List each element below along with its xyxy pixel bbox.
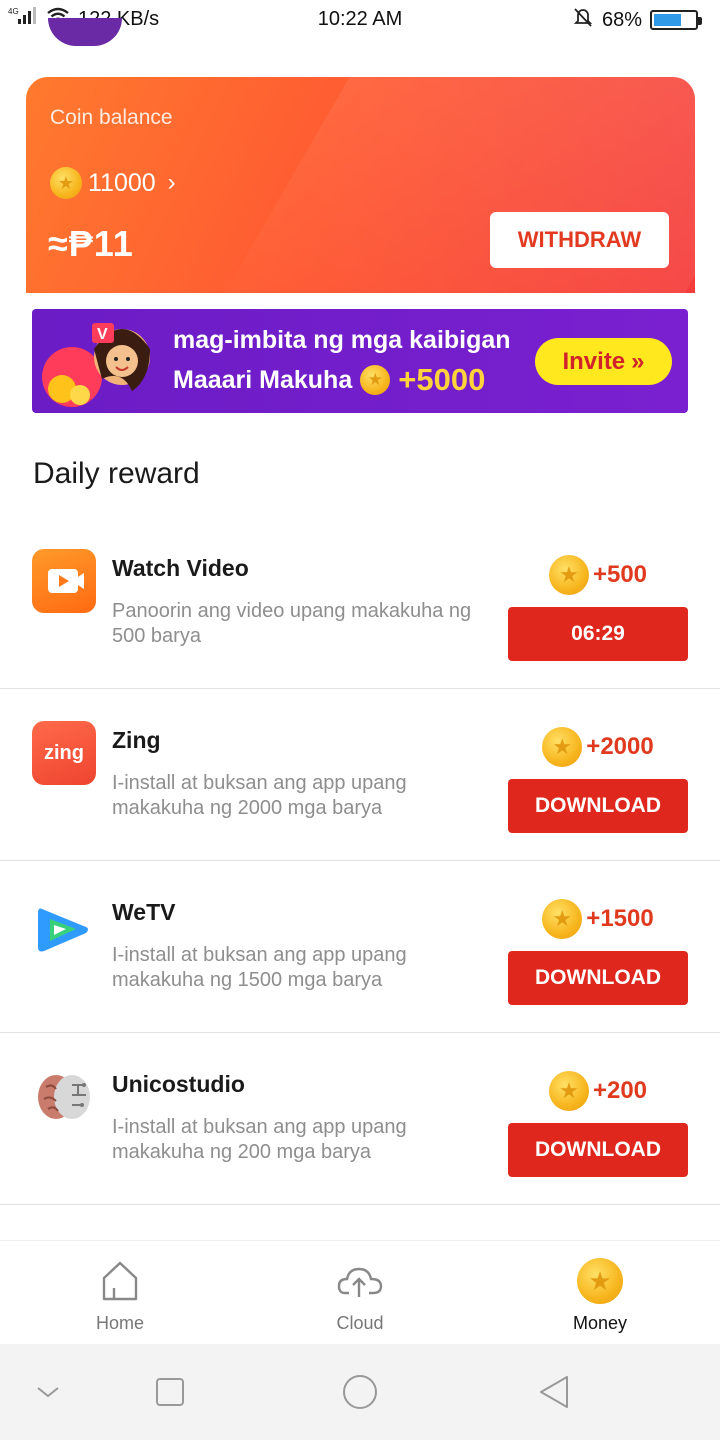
zing-app-icon: zing <box>32 721 96 785</box>
coin-icon <box>548 1071 589 1111</box>
reward-row-unicostudio: Unicostudio I-install at buksan ang app … <box>0 1033 720 1205</box>
home-icon <box>96 1257 144 1305</box>
withdraw-button[interactable]: WITHDRAW <box>490 212 669 268</box>
coin-balance-card: Coin balance 11000 › ≈₱11 WITHDRAW <box>26 77 695 317</box>
chevron-right-icon: › <box>167 169 176 196</box>
nav-cloud[interactable]: Cloud <box>240 1241 480 1345</box>
system-navigation-bar <box>0 1344 720 1440</box>
battery-percent: 68% <box>601 8 642 31</box>
video-play-icon <box>32 549 96 613</box>
reward-title: Watch Video <box>112 555 249 581</box>
coin-icon <box>542 899 583 939</box>
invite-banner[interactable]: V mag-imbita ng mga kaibigan Maaari Maku… <box>32 309 688 413</box>
nav-money-label: Money <box>572 1313 628 1333</box>
peso-equivalent: ≈₱11 <box>48 223 134 264</box>
reward-amount: +1500 <box>508 899 688 939</box>
chevron-down-icon[interactable] <box>28 1372 68 1412</box>
nav-home-label: Home <box>95 1313 144 1333</box>
download-zing-button[interactable]: DOWNLOAD <box>508 779 688 833</box>
reward-amount-text: +1500 <box>586 905 654 932</box>
invite-button[interactable]: Invite » <box>535 338 672 385</box>
reward-amount-text: +2000 <box>586 733 654 760</box>
reward-description: I-install at buksan ang app upang makaku… <box>112 1116 407 1163</box>
coin-balance-label: Coin balance <box>50 106 173 129</box>
reward-amount-text: +200 <box>592 1077 648 1104</box>
coin-icon <box>576 1257 624 1305</box>
reward-amount-text: +500 <box>592 561 648 588</box>
invite-headline: mag-imbita ng mga kaibigan <box>173 326 511 354</box>
reward-description: I-install at buksan ang app upang makaku… <box>112 944 407 991</box>
download-unicostudio-button[interactable]: DOWNLOAD <box>508 1123 688 1177</box>
home-button[interactable] <box>340 1372 380 1412</box>
coin-icon <box>50 167 82 199</box>
reward-row-wetv: WeTV I-install at buksan ang app upang m… <box>0 861 720 1033</box>
recent-apps-button[interactable] <box>150 1372 190 1412</box>
reward-amount: +2000 <box>508 727 688 767</box>
daily-reward-title: Daily reward <box>33 457 200 490</box>
reward-amount: +200 <box>508 1071 688 1111</box>
invite-subline-text: Maaari Makuha <box>173 365 353 394</box>
brain-app-icon <box>32 1067 96 1131</box>
coin-balance-value: 11000 <box>88 168 156 197</box>
reward-title: WeTV <box>112 899 176 925</box>
nav-cloud-label: Cloud <box>336 1313 384 1333</box>
coin-icon <box>542 727 583 767</box>
invite-bonus: +5000 <box>398 362 486 397</box>
cloud-upload-icon <box>336 1257 384 1305</box>
download-wetv-button[interactable]: DOWNLOAD <box>508 951 688 1005</box>
nav-money[interactable]: Money <box>480 1241 720 1345</box>
invite-illustration: V <box>42 323 150 407</box>
wetv-app-icon <box>32 897 96 961</box>
avatar[interactable] <box>48 18 122 46</box>
bottom-navigation: Home Cloud Money <box>0 1240 720 1344</box>
zing-logo-text: zing <box>44 741 84 764</box>
reward-description: Panoorin ang video upang makakuha ng 500… <box>112 600 472 647</box>
reward-amount: +500 <box>508 555 688 595</box>
nav-home[interactable]: Home <box>0 1241 240 1345</box>
reward-row-zing: zing Zing I-install at buksan ang app up… <box>0 689 720 861</box>
coin-balance-link[interactable]: 11000 › <box>50 167 176 199</box>
reward-row-watch-video: Watch Video Panoorin ang video upang mak… <box>0 517 720 689</box>
reward-title: Zing <box>112 727 161 753</box>
double-chevron-right-icon: » <box>631 347 645 375</box>
back-button[interactable] <box>534 1372 574 1412</box>
reward-title: Unicostudio <box>112 1071 245 1097</box>
invite-button-label: Invite <box>562 347 626 375</box>
watch-video-timer-button[interactable]: 06:29 <box>508 607 688 661</box>
reward-description: I-install at buksan ang app upang makaku… <box>112 772 407 819</box>
coin-icon <box>548 555 589 595</box>
coin-icon <box>360 365 391 395</box>
mute-bell-icon <box>572 6 594 34</box>
svg-text:V: V <box>97 326 108 343</box>
battery-icon <box>650 10 702 30</box>
invite-subline: Maaari Makuha +5000 <box>173 362 485 398</box>
